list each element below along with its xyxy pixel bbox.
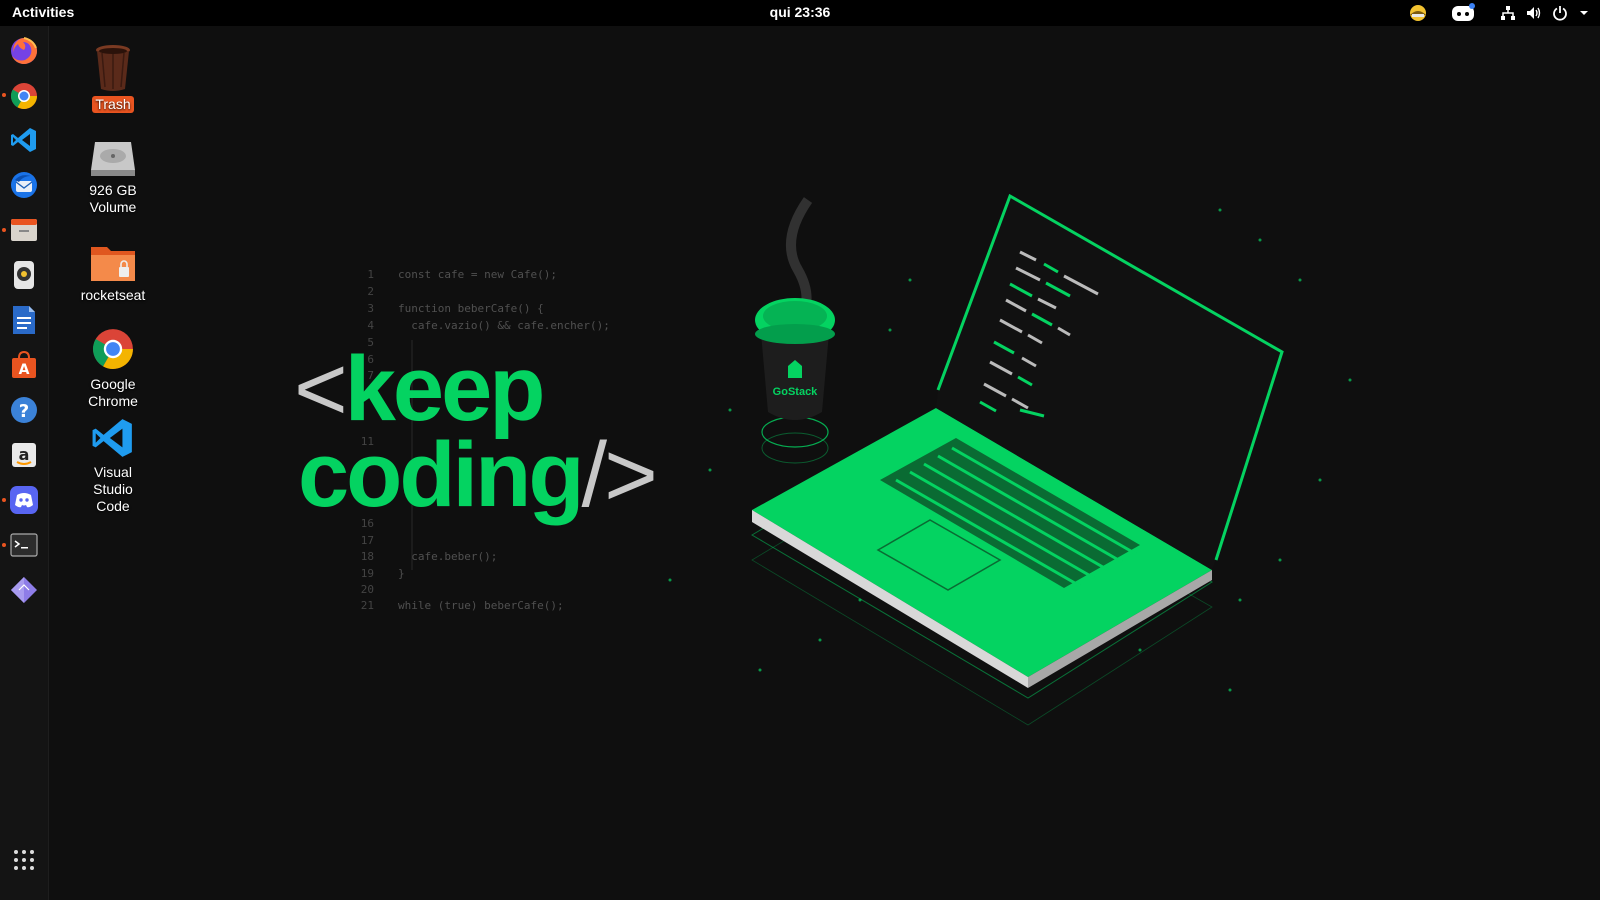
clock[interactable]: qui 23:36 bbox=[0, 4, 1600, 20]
power-icon[interactable] bbox=[1552, 5, 1568, 21]
dock-gem-icon[interactable] bbox=[8, 574, 40, 606]
code-line: 3 function beberCafe() { bbox=[367, 302, 544, 315]
chevron-down-icon[interactable] bbox=[1578, 7, 1590, 19]
svg-text:A: A bbox=[19, 362, 30, 378]
svg-text:a: a bbox=[19, 445, 30, 464]
dock-firefox-icon[interactable] bbox=[8, 35, 40, 67]
weather-icon[interactable] bbox=[1406, 3, 1430, 23]
cup-brand: GoStack bbox=[773, 386, 819, 398]
dock-vscode-icon[interactable] bbox=[8, 124, 40, 156]
code-line: 20 bbox=[360, 583, 374, 596]
rocketseat-label: rocketseat bbox=[80, 287, 146, 303]
desktop-google-chrome[interactable]: Google Chrome bbox=[68, 326, 158, 410]
top-bar: Activities qui 23:36 bbox=[0, 0, 1600, 26]
running-indicator bbox=[2, 93, 6, 97]
dock-discord-icon[interactable] bbox=[8, 484, 40, 516]
volume-icon[interactable] bbox=[1526, 5, 1542, 21]
keep-coding-logo: <keep coding/> bbox=[294, 343, 658, 521]
code-line: 18 cafe.beber(); bbox=[360, 550, 498, 563]
desktop-rocketseat-folder[interactable]: rocketseat bbox=[68, 243, 158, 304]
vscode-label: Visual Studio Code bbox=[93, 464, 133, 514]
running-indicator bbox=[2, 498, 6, 502]
code-line: 2 bbox=[367, 285, 374, 298]
dock-chrome-icon[interactable] bbox=[8, 80, 40, 112]
volume-label: 926 GB Volume bbox=[89, 182, 137, 215]
dock-terminal-icon[interactable] bbox=[8, 529, 40, 561]
folder-icon bbox=[91, 247, 135, 281]
code-line: 17 bbox=[360, 534, 374, 547]
chrome-label: Google Chrome bbox=[88, 376, 138, 409]
hard-drive-icon bbox=[91, 142, 135, 176]
logo-coding: coding bbox=[298, 424, 585, 526]
dock: A ? a bbox=[0, 26, 49, 900]
svg-text:?: ? bbox=[19, 401, 29, 422]
dock-amazon-icon[interactable]: a bbox=[8, 439, 40, 471]
dock-help-icon[interactable]: ? bbox=[8, 394, 40, 426]
dock-writer-icon[interactable] bbox=[8, 304, 40, 336]
logo-close: /> bbox=[581, 424, 658, 526]
desktop-vscode[interactable]: Visual Studio Code bbox=[68, 416, 158, 515]
dock-files-icon[interactable] bbox=[8, 214, 40, 246]
show-applications-icon[interactable] bbox=[8, 844, 40, 876]
dock-rhythmbox-icon[interactable] bbox=[8, 259, 40, 291]
running-indicator bbox=[2, 228, 6, 232]
trash-icon bbox=[96, 45, 130, 91]
discord-tray-icon[interactable] bbox=[1450, 3, 1476, 23]
desktop-volume[interactable]: 926 GB Volume bbox=[68, 140, 158, 216]
code-line: 1 const cafe = new Cafe(); bbox=[367, 268, 557, 281]
chrome-icon bbox=[92, 329, 133, 369]
dock-thunderbird-icon[interactable] bbox=[8, 169, 40, 201]
code-line: 21 while (true) beberCafe(); bbox=[360, 599, 564, 612]
system-tray bbox=[1406, 3, 1590, 23]
vscode-icon bbox=[92, 419, 132, 457]
dock-software-center-icon[interactable]: A bbox=[8, 349, 40, 381]
trash-label: Trash bbox=[92, 96, 134, 113]
network-icon[interactable] bbox=[1500, 5, 1516, 21]
desktop-trash[interactable]: Trash bbox=[68, 44, 158, 113]
running-indicator bbox=[2, 543, 6, 547]
code-line: 19} bbox=[360, 567, 405, 580]
code-line: 4 cafe.vazio() && cafe.encher(); bbox=[367, 319, 610, 332]
laptop-illustration: GoStack bbox=[668, 193, 1352, 726]
